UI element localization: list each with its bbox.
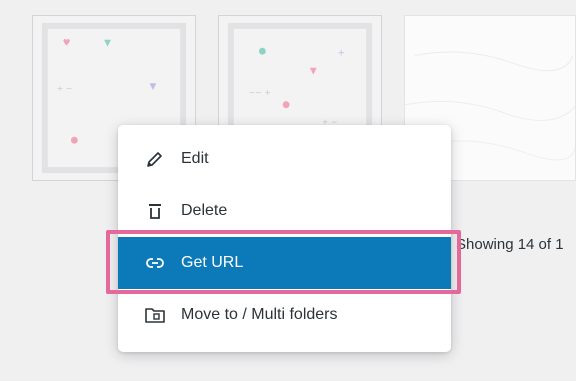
pagination-status: Showing 14 of 1 — [456, 236, 564, 253]
menu-item-get-url[interactable]: Get URL — [118, 237, 451, 289]
svg-text:▼: ▼ — [104, 39, 111, 49]
menu-item-move-to-folders[interactable]: Move to / Multi folders — [118, 289, 451, 341]
svg-text:♥: ♥ — [63, 39, 71, 49]
svg-text:▼: ▼ — [310, 66, 317, 76]
context-menu: Edit Delete Get URL Move to / Multi fold… — [118, 125, 451, 352]
svg-text:+ ~: + ~ — [57, 84, 73, 93]
menu-item-label: Delete — [181, 202, 228, 219]
menu-item-delete[interactable]: Delete — [118, 185, 451, 237]
link-icon — [144, 252, 166, 274]
svg-text:●: ● — [259, 47, 267, 57]
folder-icon — [144, 304, 166, 326]
menu-item-label: Move to / Multi folders — [181, 306, 338, 323]
trash-icon — [144, 200, 166, 222]
menu-item-edit[interactable]: Edit — [118, 133, 451, 185]
svg-text:▼: ▼ — [150, 82, 157, 92]
pencil-icon — [144, 148, 166, 170]
svg-text:●: ● — [71, 135, 79, 145]
svg-text:●: ● — [282, 100, 290, 110]
menu-item-label: Edit — [181, 150, 209, 167]
svg-text:~~ +: ~~ + — [249, 88, 271, 97]
menu-item-label: Get URL — [181, 254, 244, 271]
svg-text:+: + — [338, 49, 345, 59]
